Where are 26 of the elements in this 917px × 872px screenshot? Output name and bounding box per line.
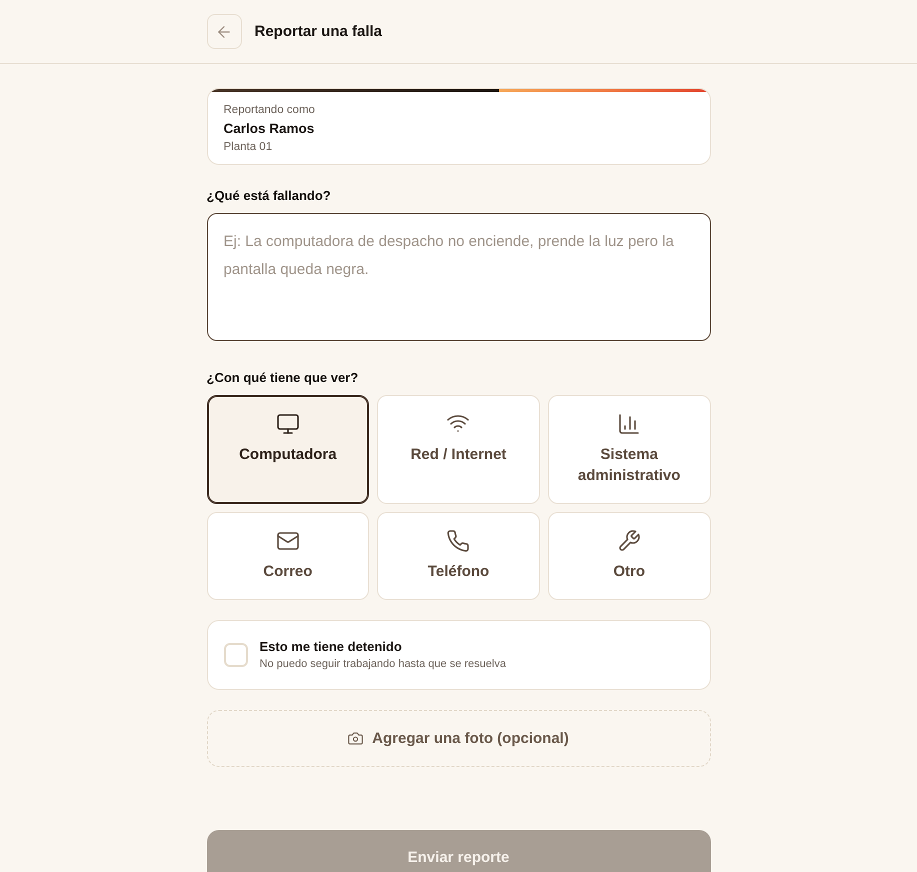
category-option[interactable]: Correo [206, 512, 370, 600]
add-photo-button[interactable]: Agregar una foto (opcional) [206, 710, 710, 767]
question-label: ¿Qué está fallando? [206, 187, 332, 204]
wrench-icon [618, 530, 640, 552]
wifi-icon [447, 415, 470, 432]
camera-icon [348, 732, 364, 745]
blocking-option-card[interactable]: Esto me tiene detenido No puedo seguir trabajando hasta que se resuelva [206, 620, 710, 690]
category-option[interactable]: Sistema administrativo [548, 395, 710, 504]
reporter-caption: Reportando como [224, 103, 316, 118]
checkbox[interactable] [224, 643, 248, 667]
bar-chart-icon [619, 414, 640, 434]
back-button[interactable] [206, 14, 242, 49]
reporter-name: Carlos Ramos [224, 120, 316, 138]
reporter-location: Planta 01 [224, 140, 274, 155]
option-description: No puedo seguir trabajando hasta que se resuelva [260, 657, 506, 672]
monitor-icon [276, 414, 299, 434]
category-option[interactable]: Computadora [206, 395, 370, 504]
page-title: Reportar una falla [254, 23, 382, 40]
description-field[interactable]: Ej: La computadora de despacho no enciende, prende la luz pero la pantalla queda negra. [206, 213, 710, 341]
envelope-icon [276, 532, 299, 550]
category-option[interactable]: Otro [548, 512, 710, 600]
phone-icon [447, 530, 470, 552]
question-label: ¿Con qué tiene que ver? [206, 369, 360, 386]
option-title: Esto me tiene detenido [260, 638, 403, 656]
category-option[interactable]: Red / Internet [377, 395, 540, 504]
category-option[interactable]: Teléfono [377, 512, 540, 600]
